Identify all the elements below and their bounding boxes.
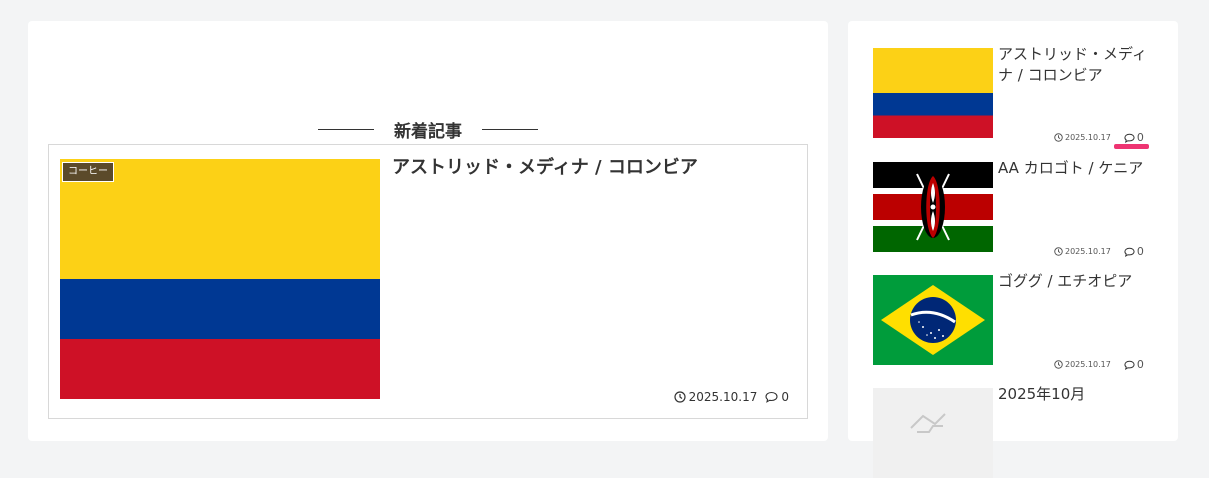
- brazil-flag: [873, 275, 993, 365]
- sidebar-post-date-text: 2025.10.17: [1065, 133, 1111, 142]
- sidebar-thumbnail[interactable]: [873, 48, 993, 138]
- section-heading: 新着記事: [28, 117, 828, 142]
- clock-icon: [674, 391, 686, 403]
- sidebar-post-comment-count: 0: [1136, 245, 1144, 258]
- sidebar-post-comment-count: 0: [1136, 358, 1144, 371]
- sidebar-post-comments: 0: [1124, 245, 1144, 258]
- comment-icon: [765, 391, 778, 403]
- section-heading-text: 新着記事: [394, 122, 462, 142]
- article-comment-count: 0: [781, 390, 789, 404]
- placeholder-image: [873, 388, 993, 478]
- comment-icon: [1124, 247, 1135, 257]
- article-thumbnail[interactable]: コーヒー: [60, 159, 380, 399]
- sidebar-post-date: 2025.10.17: [1054, 360, 1111, 369]
- sidebar-thumbnail[interactable]: [873, 388, 993, 478]
- heading-rule-left: [318, 129, 374, 130]
- sidebar-post-meta: 2025.10.17 0: [1054, 131, 1144, 144]
- clock-icon: [1054, 360, 1063, 369]
- sidebar-thumbnail[interactable]: [873, 275, 993, 365]
- sidebar-post-meta: 2025.10.17 0: [1054, 358, 1144, 371]
- sidebar-post-4[interactable]: 2025年10月: [873, 385, 1163, 478]
- kenya-flag: [873, 162, 993, 252]
- comment-icon: [1124, 360, 1135, 370]
- highlight-underline: [1114, 144, 1149, 149]
- sidebar-post-comments: 0: [1124, 358, 1144, 371]
- article-date-text: 2025.10.17: [688, 390, 758, 404]
- comment-icon: [1124, 133, 1135, 143]
- sidebar-post-2[interactable]: AA カロゴト / ケニア 2025.10.17 0: [873, 159, 1163, 258]
- sidebar-post-3[interactable]: ゴググ / エチオピア 2025.10.17 0: [873, 272, 1163, 371]
- heading-rule-right: [482, 129, 538, 130]
- sidebar-post-date: 2025.10.17: [1054, 247, 1111, 256]
- sidebar-post-date: 2025.10.17: [1054, 133, 1111, 142]
- sidebar-post-comments: 0: [1124, 131, 1144, 144]
- sidebar-thumbnail[interactable]: [873, 162, 993, 252]
- sidebar-post-title[interactable]: AA カロゴト / ケニア: [998, 158, 1158, 179]
- colombia-flag: [60, 159, 380, 399]
- sidebar-post-1[interactable]: アストリッド・メディナ / コロンビア 2025.10.17 0: [873, 45, 1163, 144]
- article-title[interactable]: アストリッド・メディナ / コロンビア: [392, 155, 793, 181]
- sidebar-post-comment-count: 0: [1136, 131, 1144, 144]
- main-content-card: 新着記事 コーヒー アストリッド・メディナ / コロンビア 2025.10.17: [28, 21, 828, 441]
- colombia-flag: [873, 48, 993, 138]
- clock-icon: [1054, 247, 1063, 256]
- sidebar-post-title[interactable]: ゴググ / エチオピア: [998, 271, 1158, 292]
- sidebar-post-title[interactable]: 2025年10月: [998, 384, 1158, 405]
- clock-icon: [1054, 133, 1063, 142]
- article-comments: 0: [765, 390, 789, 404]
- sidebar-post-meta: 2025.10.17 0: [1054, 245, 1144, 258]
- sidebar-post-date-text: 2025.10.17: [1065, 360, 1111, 369]
- article-meta: 2025.10.17 0: [674, 390, 789, 404]
- sidebar-post-date-text: 2025.10.17: [1065, 247, 1111, 256]
- sidebar-post-title[interactable]: アストリッド・メディナ / コロンビア: [998, 44, 1158, 86]
- sidebar-card: アストリッド・メディナ / コロンビア 2025.10.17 0 AA カロゴト…: [848, 21, 1178, 478]
- category-badge[interactable]: コーヒー: [62, 162, 114, 182]
- article-date: 2025.10.17: [674, 390, 758, 404]
- article-card[interactable]: コーヒー アストリッド・メディナ / コロンビア 2025.10.17 0: [48, 144, 808, 419]
